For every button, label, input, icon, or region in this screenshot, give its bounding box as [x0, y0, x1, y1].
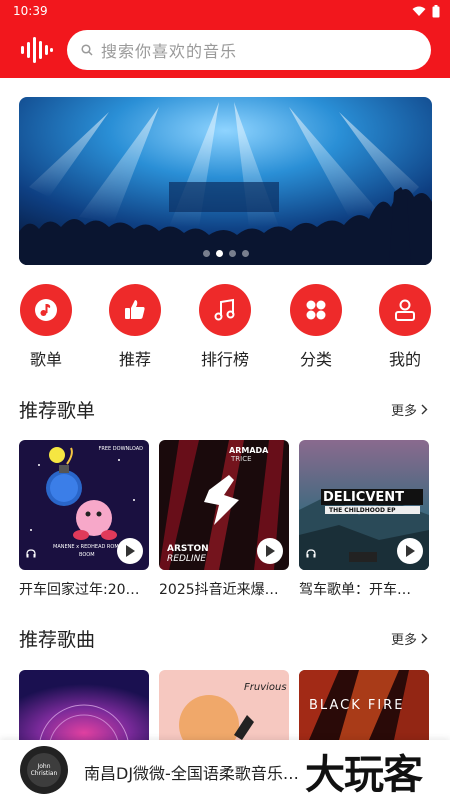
headphones-icon: [26, 549, 36, 558]
playlist-card[interactable]: FREE DOWNLOAD MANENE x REDHEAD ROMANCE B…: [19, 440, 149, 599]
cover-track-text: REDLINE: [167, 554, 206, 564]
nav-label: 推荐: [118, 350, 151, 369]
search-input[interactable]: 搜索你喜欢的音乐: [67, 30, 431, 70]
nav-item-category[interactable]: 分类: [281, 284, 351, 370]
pagination-dot[interactable]: [229, 250, 236, 257]
nav-item-recommend[interactable]: 推荐: [100, 284, 170, 370]
concert-banner-image: [19, 97, 432, 265]
more-label: 更多: [390, 633, 417, 648]
more-playlists-button[interactable]: 更多: [391, 400, 428, 419]
music-note-icon: [20, 284, 72, 336]
status-time: 10:39: [13, 4, 48, 18]
search-placeholder: 搜索你喜欢的音乐: [101, 42, 238, 61]
song-cover[interactable]: Fruvious: [159, 670, 289, 740]
playlist-card[interactable]: DELICVENT THE CHILDHOOD EP 驾车歌单：开车…: [299, 440, 429, 599]
nav-label: 分类: [299, 350, 332, 369]
disc-label: John Christian: [27, 753, 61, 787]
playlist-cover: ARMADA TRICE ARSTON REDLINE: [159, 440, 289, 570]
nav-label: 歌单: [29, 350, 62, 369]
song-cover[interactable]: BLACK FIRE: [299, 670, 429, 740]
play-icon: [266, 545, 275, 557]
search-icon: [81, 44, 93, 56]
nav-item-mine[interactable]: 我的: [370, 284, 440, 370]
playlist-cover: DELICVENT THE CHILDHOOD EP: [299, 440, 429, 570]
playlist-title: 驾车歌单：开车…: [299, 582, 411, 598]
status-bar: 10:39: [0, 0, 450, 22]
nav-label: 排行榜: [200, 350, 249, 369]
cover-art: [159, 670, 289, 740]
play-button[interactable]: [117, 538, 143, 564]
cover-label-text: Fruvious: [244, 682, 287, 693]
pagination-dot[interactable]: [203, 250, 210, 257]
cover-art: [19, 670, 149, 740]
cover-track-text: THE CHILDHOOD EP: [329, 507, 396, 514]
playlist-card[interactable]: ARMADA TRICE ARSTON REDLINE 2025抖音近来爆…: [159, 440, 289, 599]
watermark-logo: 大玩客: [305, 751, 423, 798]
headphones-icon: [306, 549, 316, 558]
chevron-right-icon: [421, 633, 428, 644]
cover-artist-text: DELICVENT: [323, 490, 405, 505]
battery-icon: [432, 4, 440, 17]
category-icon: [290, 284, 342, 336]
more-songs-button[interactable]: 更多: [391, 629, 428, 648]
song-cover[interactable]: [19, 670, 149, 740]
nav-item-playlist[interactable]: 歌单: [11, 284, 81, 370]
section-title-playlists: 推荐歌单: [19, 400, 96, 422]
cover-artist-text: ARSTON: [167, 544, 209, 554]
cover-label-text: BLACK FIRE: [309, 698, 405, 713]
nav-item-charts[interactable]: 排行榜: [190, 284, 260, 370]
concert-banner[interactable]: [19, 97, 432, 265]
play-icon: [126, 545, 135, 557]
cover-label-text: ARMADA: [229, 446, 269, 455]
pagination-dot[interactable]: [242, 250, 249, 257]
play-button[interactable]: [257, 538, 283, 564]
playlist-title: 开车回家过年:20…: [19, 582, 140, 598]
section-title-songs: 推荐歌曲: [19, 629, 96, 651]
category-nav: 歌单 推荐 排行榜 分类 我的: [0, 284, 450, 374]
play-button[interactable]: [397, 538, 423, 564]
cover-label-sub: TRICE: [231, 455, 252, 463]
cover-track-text: BOOM: [79, 552, 95, 558]
player-title: 南昌DJ微微-全国语柔歌音乐…: [84, 764, 299, 783]
play-icon: [406, 545, 415, 557]
playlist-title: 2025抖音近来爆…: [159, 582, 279, 598]
chevron-right-icon: [421, 404, 428, 415]
nav-label: 我的: [388, 350, 421, 369]
playlist-cover: FREE DOWNLOAD MANENE x REDHEAD ROMANCE B…: [19, 440, 149, 570]
user-icon: [379, 284, 431, 336]
pagination-dot-active[interactable]: [216, 250, 223, 257]
more-label: 更多: [390, 404, 417, 419]
banner-pagination: [203, 250, 249, 257]
thumbs-up-icon: [109, 284, 161, 336]
music-notes-icon: [199, 284, 251, 336]
sound-wave-icon[interactable]: [20, 36, 54, 64]
wifi-icon: [412, 6, 426, 16]
cover-top-text: FREE DOWNLOAD: [98, 446, 143, 452]
top-bar: 搜索你喜欢的音乐: [0, 22, 450, 78]
status-icons: [412, 4, 440, 18]
player-cover-disc[interactable]: John Christian: [20, 746, 68, 794]
